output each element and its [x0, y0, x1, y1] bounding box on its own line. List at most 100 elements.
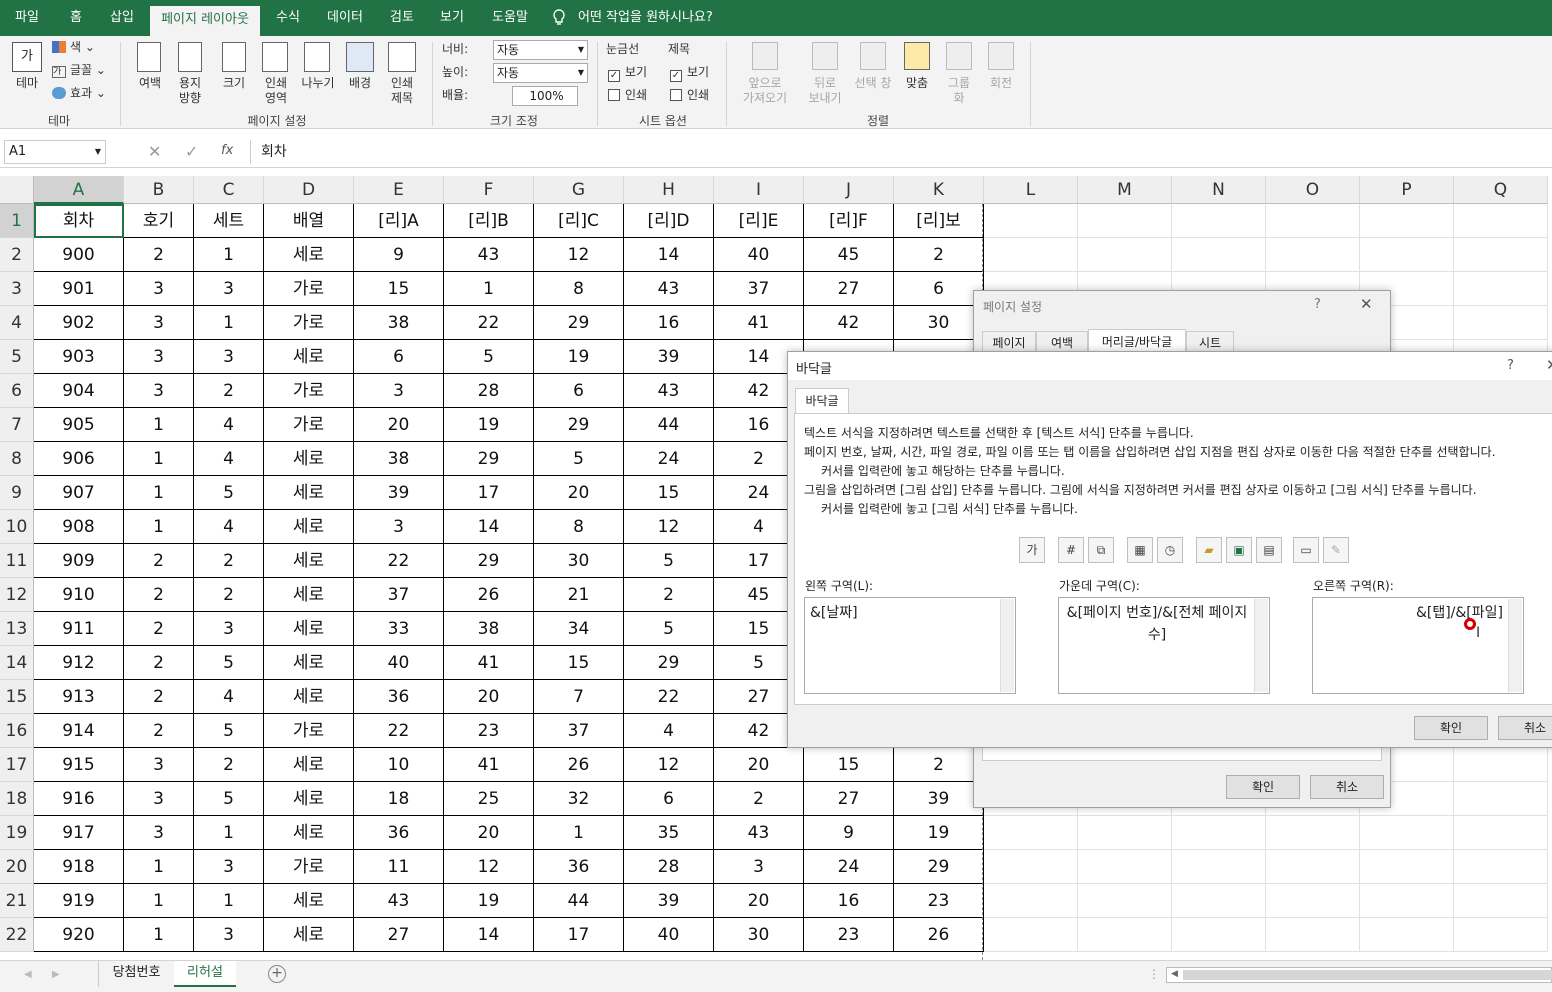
tab-page[interactable]: 페이지 [982, 331, 1036, 353]
table-cell[interactable]: 45 [804, 238, 894, 272]
table-cell[interactable]: 1 [444, 272, 534, 306]
empty-cell[interactable] [1454, 850, 1548, 884]
help-icon[interactable]: ? [1507, 358, 1514, 373]
table-cell[interactable]: 세로 [264, 782, 354, 816]
table-cell[interactable]: 3 [124, 272, 194, 306]
table-cell[interactable]: 15 [354, 272, 444, 306]
table-cell[interactable]: 12 [624, 748, 714, 782]
print-titles-button[interactable]: 인쇄 제목 [384, 76, 420, 106]
sheet-name-icon[interactable]: ▤ [1256, 537, 1282, 563]
table-cell[interactable]: 44 [624, 408, 714, 442]
tab-view[interactable]: 보기 [432, 0, 472, 36]
row-header[interactable]: 4 [0, 306, 34, 340]
table-cell[interactable]: 25 [444, 782, 534, 816]
table-cell[interactable]: 919 [34, 884, 124, 918]
table-cell[interactable]: 14 [624, 238, 714, 272]
row-header[interactable]: 5 [0, 340, 34, 374]
time-icon[interactable]: ◷ [1157, 537, 1183, 563]
table-cell[interactable]: 2 [124, 646, 194, 680]
send-backward-button[interactable]: 뒤로 보내기 [798, 76, 852, 106]
table-cell[interactable]: 가로 [264, 850, 354, 884]
headings-view-checkbox[interactable]: ✓ 보기 [670, 65, 709, 82]
table-cell[interactable]: 910 [34, 578, 124, 612]
table-cell[interactable]: 세로 [264, 680, 354, 714]
row-header[interactable]: 10 [0, 510, 34, 544]
empty-cell[interactable] [1078, 884, 1172, 918]
table-cell[interactable]: 2 [194, 374, 264, 408]
tab-insert[interactable]: 삽입 [102, 0, 142, 36]
table-cell[interactable]: 3 [194, 918, 264, 952]
table-cell[interactable]: 세로 [264, 612, 354, 646]
table-cell[interactable]: 22 [624, 680, 714, 714]
empty-cell[interactable] [1266, 850, 1360, 884]
rotate-button[interactable]: 회전 [984, 76, 1018, 91]
table-cell[interactable]: 세로 [264, 544, 354, 578]
tab-page-layout[interactable]: 페이지 레이아웃 [150, 6, 260, 36]
empty-cell[interactable] [1454, 884, 1548, 918]
table-cell[interactable]: 15 [624, 476, 714, 510]
table-cell[interactable]: 3 [124, 374, 194, 408]
table-cell[interactable]: 가로 [264, 408, 354, 442]
table-cell[interactable]: 6 [354, 340, 444, 374]
table-cell[interactable]: 909 [34, 544, 124, 578]
scrollbar[interactable] [1000, 599, 1014, 692]
table-cell[interactable]: 2 [194, 748, 264, 782]
empty-cell[interactable] [1266, 918, 1360, 952]
table-cell[interactable]: 23 [894, 884, 984, 918]
table-cell[interactable]: 9 [804, 816, 894, 850]
right-section-input[interactable]: &[탭]/&[파일] [1312, 597, 1524, 694]
tab-header-footer[interactable]: 머리글/바닥글 [1088, 329, 1186, 353]
empty-cell[interactable] [1454, 272, 1548, 306]
table-cell[interactable]: 23 [444, 714, 534, 748]
empty-cell[interactable] [1360, 204, 1454, 238]
header-cell[interactable]: [리]F [804, 204, 894, 238]
table-cell[interactable]: 16 [804, 884, 894, 918]
table-cell[interactable]: 27 [804, 782, 894, 816]
table-cell[interactable]: 세로 [264, 816, 354, 850]
horizontal-scrollbar[interactable]: ◀ [1166, 967, 1552, 983]
print-area-icon[interactable] [262, 42, 288, 72]
table-cell[interactable]: 1 [124, 918, 194, 952]
theme-effects-button[interactable]: 효과 ⌄ [52, 86, 106, 101]
close-icon[interactable]: ✕ [1546, 356, 1552, 374]
empty-cell[interactable] [984, 850, 1078, 884]
print-area-button[interactable]: 인쇄 영역 [256, 76, 296, 106]
header-cell[interactable]: [리]E [714, 204, 804, 238]
table-cell[interactable]: 915 [34, 748, 124, 782]
table-cell[interactable]: 24 [804, 850, 894, 884]
table-cell[interactable]: 19 [894, 816, 984, 850]
tab-formulas[interactable]: 수식 [268, 0, 308, 36]
table-cell[interactable]: 913 [34, 680, 124, 714]
print-titles-icon[interactable] [388, 42, 416, 72]
table-cell[interactable]: 21 [534, 578, 624, 612]
table-cell[interactable]: 세로 [264, 340, 354, 374]
formula-input[interactable]: 회차 [250, 140, 1550, 164]
tab-data[interactable]: 데이터 [320, 0, 370, 36]
table-cell[interactable]: 39 [624, 884, 714, 918]
table-cell[interactable]: 5 [194, 476, 264, 510]
table-cell[interactable]: 905 [34, 408, 124, 442]
row-header[interactable]: 1 [0, 204, 34, 238]
table-cell[interactable]: 5 [194, 646, 264, 680]
table-cell[interactable]: 세로 [264, 748, 354, 782]
empty-cell[interactable] [1360, 884, 1454, 918]
table-cell[interactable]: 908 [34, 510, 124, 544]
table-cell[interactable]: 2 [124, 680, 194, 714]
table-cell[interactable]: 19 [444, 884, 534, 918]
table-cell[interactable]: 4 [194, 680, 264, 714]
enter-icon[interactable]: ✓ [185, 142, 198, 161]
format-text-button[interactable]: 가 [1019, 537, 1045, 563]
breaks-button[interactable]: 나누기 [298, 76, 338, 91]
column-header[interactable]: D [264, 176, 354, 204]
table-cell[interactable]: 16 [624, 306, 714, 340]
orientation-icon[interactable] [178, 42, 202, 72]
table-cell[interactable]: 10 [354, 748, 444, 782]
table-cell[interactable]: 30 [534, 544, 624, 578]
date-icon[interactable]: ▦ [1127, 537, 1153, 563]
table-cell[interactable]: 1 [194, 238, 264, 272]
table-cell[interactable]: 2 [124, 578, 194, 612]
table-cell[interactable]: 20 [444, 680, 534, 714]
table-cell[interactable]: 가로 [264, 306, 354, 340]
empty-cell[interactable] [1172, 238, 1266, 272]
table-cell[interactable]: 2 [194, 544, 264, 578]
